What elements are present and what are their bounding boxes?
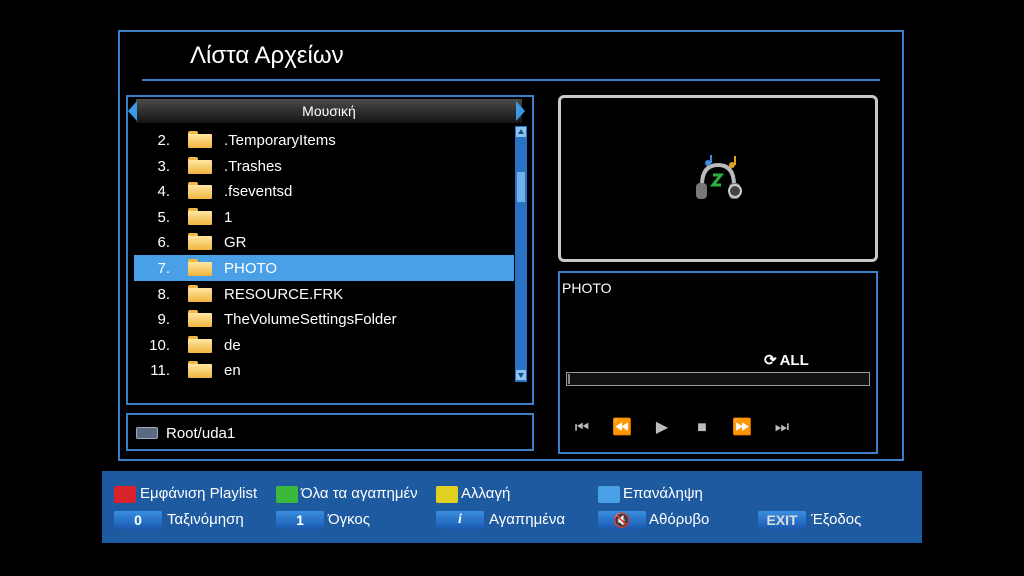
- item-number: 11.: [150, 362, 170, 380]
- title-divider: [142, 79, 880, 81]
- list-item[interactable]: 7. PHOTO: [134, 254, 514, 281]
- list-item[interactable]: 10. de: [134, 332, 514, 358]
- item-name: .TemporaryItems: [224, 132, 336, 149]
- folder-icon: [188, 233, 212, 251]
- scroll-down-arrow-icon[interactable]: [516, 370, 526, 380]
- folder-icon: [188, 284, 212, 302]
- folder-icon: [188, 156, 212, 174]
- item-number: 10.: [149, 336, 170, 354]
- playback-progress-bar[interactable]: [566, 372, 870, 386]
- favorites-label: Αγαπημένα: [489, 511, 566, 528]
- yellow-key-icon[interactable]: [436, 486, 458, 503]
- category-next-arrow-icon[interactable]: [516, 101, 525, 121]
- repeat-mode-label: ALL: [779, 352, 809, 369]
- media-title: PHOTO: [562, 280, 612, 296]
- scrollbar-thumb[interactable]: [517, 172, 525, 202]
- skip-back-icon[interactable]: ⏮: [571, 418, 593, 438]
- mute-key-icon[interactable]: 🔇: [598, 511, 646, 529]
- folder-icon: [188, 182, 212, 200]
- item-number: 8.: [157, 285, 170, 303]
- folder-icon: [188, 131, 212, 148]
- folder-icon: [188, 207, 212, 225]
- category-prev-arrow-icon[interactable]: [128, 101, 137, 121]
- scrollbar[interactable]: [515, 126, 527, 382]
- yellow-key-label: Αλλαγή: [461, 485, 511, 502]
- item-number: 5.: [157, 208, 170, 226]
- list-item[interactable]: 9. TheVolumeSettingsFolder: [134, 306, 514, 332]
- folder-icon: [188, 361, 212, 379]
- list-item[interactable]: 8. RESOURCE.FRK: [134, 281, 514, 307]
- key-1-button[interactable]: 1: [276, 511, 324, 529]
- exit-label: Έξοδος: [811, 511, 862, 528]
- list-item[interactable]: 3. .Trashes: [134, 153, 514, 179]
- item-name: de: [224, 336, 241, 354]
- item-number: 7.: [157, 259, 170, 277]
- folder-icon: [188, 310, 212, 328]
- item-name: TheVolumeSettingsFolder: [224, 311, 397, 329]
- list-item[interactable]: 2. .TemporaryItems: [134, 127, 514, 153]
- playback-progress-fill: [568, 374, 570, 384]
- list-item[interactable]: 5. 1: [134, 204, 514, 230]
- item-name: RESOURCE.FRK: [224, 285, 344, 303]
- play-icon[interactable]: ▶: [651, 418, 673, 438]
- list-item[interactable]: 11. en: [134, 357, 514, 383]
- skip-forward-icon[interactable]: ⏭: [771, 418, 793, 438]
- stop-icon[interactable]: ■: [691, 418, 713, 438]
- mute-label: Αθόρυβο: [649, 511, 710, 528]
- exit-key-button[interactable]: EXIT: [758, 511, 806, 529]
- green-key-label: Όλα τα αγαπημέν: [301, 485, 418, 502]
- green-key-icon[interactable]: [276, 486, 298, 503]
- category-label: Μουσική: [302, 103, 356, 119]
- folder-icon: [188, 258, 212, 276]
- item-name: GR: [224, 234, 247, 252]
- item-number: 4.: [157, 183, 170, 201]
- item-name: en: [224, 362, 241, 380]
- info-key-icon[interactable]: i: [436, 511, 484, 529]
- current-path: Root/uda1: [166, 425, 236, 442]
- usb-drive-icon: [136, 427, 158, 439]
- item-number: 9.: [157, 311, 170, 329]
- footer-help-bar: [102, 471, 922, 543]
- red-key-icon[interactable]: [114, 486, 136, 503]
- rewind-icon[interactable]: ⏪: [611, 418, 633, 438]
- blue-key-label: Επανάληψη: [623, 485, 703, 502]
- item-name: 1: [224, 208, 233, 226]
- key-0-button[interactable]: 0: [114, 511, 162, 529]
- red-key-label: Εμφάνιση Playlist: [140, 485, 258, 502]
- item-name: .fseventsd: [224, 183, 293, 201]
- folder-icon: [188, 335, 212, 353]
- music-headphones-icon: [696, 155, 742, 199]
- repeat-icon: ⟳: [764, 352, 777, 369]
- fast-forward-icon[interactable]: ⏩: [731, 418, 753, 438]
- item-name: .Trashes: [224, 157, 282, 175]
- item-number: 6.: [157, 234, 170, 252]
- page-title: Λίστα Αρχείων: [190, 42, 344, 69]
- volume-label: Όγκος: [328, 511, 371, 528]
- list-item[interactable]: 6. GR: [134, 229, 514, 255]
- scroll-up-arrow-icon[interactable]: [516, 127, 526, 137]
- file-list: 2. .TemporaryItems 3. .Trashes 4. .fseventsd 5…: [134, 127, 514, 383]
- repeat-mode[interactable]: ⟳ ALL: [764, 351, 809, 369]
- blue-key-icon[interactable]: [598, 486, 620, 503]
- media-info-panel: [558, 271, 878, 454]
- sort-label: Ταξινόμηση: [167, 511, 244, 528]
- item-name: PHOTO: [224, 259, 278, 277]
- list-item[interactable]: 4. .fseventsd: [134, 178, 514, 204]
- item-number: 2.: [157, 132, 170, 149]
- item-number: 3.: [157, 157, 170, 175]
